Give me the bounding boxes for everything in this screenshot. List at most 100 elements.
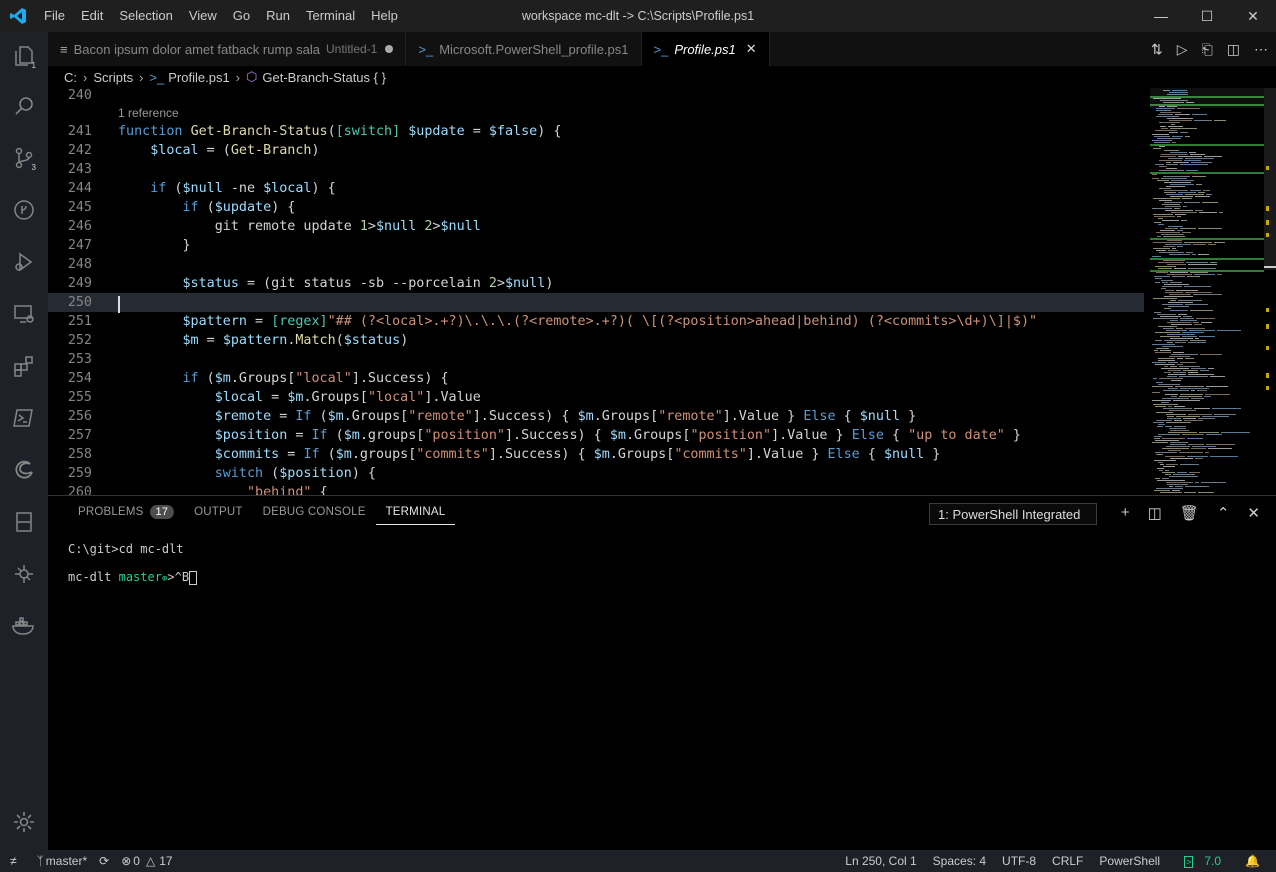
code-line[interactable]: 248 [48, 255, 1144, 274]
code-lens-reference[interactable]: 1 reference [118, 106, 179, 120]
line-number: 243 [67, 162, 92, 177]
powershell-version[interactable]: >7.0 [1176, 854, 1229, 868]
code-line[interactable]: 258 $commits = If ($m.groups["commits"].… [48, 445, 1144, 464]
code-line[interactable]: 252 $m = $pattern.Match($status) [48, 331, 1144, 350]
minimap[interactable] [1150, 88, 1264, 495]
kill-terminal-trash-icon[interactable]: 🗑 [1180, 504, 1199, 522]
terminal-line: C:\git>cd mc-dlt [68, 542, 184, 556]
warning-count[interactable]: 17 [159, 854, 172, 868]
tab-debug-console[interactable]: DEBUG CONSOLE [253, 506, 376, 525]
tab-untitled-1[interactable]: ≡ Bacon ipsum dolor amet fatback rump sa… [48, 32, 407, 66]
split-terminal-icon[interactable]: ◫ [1148, 504, 1162, 522]
remote-explorer-icon[interactable] [0, 290, 48, 338]
code-line[interactable]: 257 $position = If ($m.groups["position"… [48, 426, 1144, 445]
branch-icon: ᛉ [36, 854, 44, 868]
powershell-icon[interactable] [0, 394, 48, 442]
close-window-icon[interactable]: ✕ [1230, 0, 1276, 32]
code-line[interactable]: 244 if ($null -ne $local) { [48, 179, 1144, 198]
settings-gear-icon[interactable] [0, 798, 48, 846]
code-text: $position = If ($m.groups["position"].Su… [214, 428, 1021, 443]
editor-tabs: ≡ Bacon ipsum dolor amet fatback rump sa… [48, 32, 1276, 66]
menu-file[interactable]: File [36, 0, 73, 32]
code-line[interactable]: 260 "behind" { [48, 483, 1144, 495]
code-line[interactable]: 253 [48, 350, 1144, 369]
tab-problems[interactable]: PROBLEMS 17 [68, 505, 184, 525]
tab-profile-ps1[interactable]: >_ Profile.ps1 ✕ [641, 32, 770, 66]
code-line[interactable]: 245 if ($update) { [48, 198, 1144, 217]
code-line[interactable]: 241 function Get-Branch-Status([switch] $… [48, 122, 1144, 141]
code-text: function Get-Branch-Status([switch] $upd… [118, 124, 562, 139]
close-panel-icon[interactable]: ✕ [1247, 504, 1260, 522]
code-editor[interactable]: 1 reference 240 241 function Get-Branch-St… [48, 88, 1144, 495]
error-count[interactable]: 0 [133, 854, 140, 868]
code-text: if ($null -ne $local) { [150, 181, 336, 196]
explorer-icon[interactable]: 1 [0, 32, 48, 80]
menu-go[interactable]: Go [225, 0, 258, 32]
code-line[interactable]: 246 git remote update 1>$null 2>$null [48, 217, 1144, 236]
breadcrumb-drive[interactable]: C: [64, 70, 77, 85]
menu-help[interactable]: Help [363, 0, 406, 32]
minimize-icon[interactable]: — [1138, 0, 1184, 32]
menu-selection[interactable]: Selection [111, 0, 180, 32]
remote-indicator-icon[interactable]: ≠ [10, 854, 17, 868]
breadcrumb-symbol[interactable]: Get-Branch-Status { } [262, 70, 386, 85]
compare-changes-icon[interactable]: ⇅ [1151, 41, 1163, 58]
bottom-panel: PROBLEMS 17 OUTPUT DEBUG CONSOLE TERMINAL… [48, 495, 1276, 851]
encoding[interactable]: UTF-8 [1002, 854, 1036, 868]
sync-icon[interactable]: ⟳ [99, 854, 109, 868]
maximize-icon[interactable]: ☐ [1184, 0, 1230, 32]
notebook-icon[interactable] [0, 498, 48, 546]
tab-terminal[interactable]: TERMINAL [375, 506, 456, 525]
breadcrumb-file[interactable]: Profile.ps1 [168, 70, 229, 85]
notifications-bell-icon[interactable]: 🔔 [1245, 854, 1260, 868]
line-number: 254 [67, 371, 92, 386]
open-changes-icon[interactable]: ⎗ [1202, 41, 1213, 58]
code-line[interactable]: 254 if ($m.Groups["local"].Success) { [48, 369, 1144, 388]
menu-terminal[interactable]: Terminal [298, 0, 363, 32]
docker-icon[interactable] [0, 602, 48, 650]
code-line[interactable]: 240 [48, 88, 1144, 105]
maximize-panel-chevron-up-icon[interactable]: ⌃ [1217, 504, 1230, 522]
cursor-position[interactable]: Ln 250, Col 1 [845, 854, 916, 868]
code-line[interactable]: 243 [48, 160, 1144, 179]
more-actions-icon[interactable]: ⋯ [1254, 41, 1268, 58]
menu-edit[interactable]: Edit [73, 0, 111, 32]
split-editor-icon[interactable]: ◫ [1227, 41, 1240, 58]
menu-bar: File Edit Selection View Go Run Terminal… [36, 0, 406, 32]
live-share-icon[interactable] [0, 550, 48, 598]
breadcrumb-folder[interactable]: Scripts [93, 70, 133, 85]
tab-powershell-profile[interactable]: >_ Microsoft.PowerShell_profile.ps1 [406, 32, 642, 66]
end-of-line[interactable]: CRLF [1052, 854, 1083, 868]
close-tab-icon[interactable]: ✕ [746, 41, 757, 57]
search-icon[interactable] [0, 82, 48, 130]
tab-output[interactable]: OUTPUT [184, 506, 252, 525]
line-number: 255 [67, 390, 92, 405]
language-mode[interactable]: PowerShell [1099, 854, 1160, 868]
git-graph-icon[interactable] [0, 186, 48, 234]
warning-icon[interactable]: △ [146, 854, 155, 868]
code-line[interactable]: 250 [48, 293, 1144, 312]
line-number: 248 [67, 257, 92, 272]
code-line[interactable]: 251 $pattern = [regex]"## (?<local>.+?)\… [48, 312, 1144, 331]
scrollbar[interactable] [1264, 88, 1276, 495]
extensions-icon[interactable] [0, 342, 48, 390]
error-icon[interactable]: ⊗ [121, 854, 131, 868]
code-line[interactable]: 255 $local = $m.Groups["local"].Value [48, 388, 1144, 407]
code-line[interactable]: 249 $status = (git status -sb --porcelai… [48, 274, 1144, 293]
branch-status[interactable]: master* [46, 854, 87, 868]
indentation[interactable]: Spaces: 4 [933, 854, 986, 868]
run-debug-icon[interactable] [0, 238, 48, 286]
code-line[interactable]: 256 $remote = If ($m.Groups["remote"].Su… [48, 407, 1144, 426]
menu-run[interactable]: Run [258, 0, 298, 32]
source-control-icon[interactable]: 3 [0, 134, 48, 182]
vscode-logo-icon [0, 0, 36, 32]
edge-icon[interactable] [0, 446, 48, 494]
terminal-select[interactable]: 1: PowerShell Integrated [929, 503, 1097, 525]
new-terminal-plus-icon[interactable]: + [1121, 504, 1130, 522]
menu-view[interactable]: View [181, 0, 225, 32]
terminal-output[interactable]: C:\git>cd mc-dlt mc-dlt master⊕>^B [68, 540, 198, 596]
code-line[interactable]: 247 } [48, 236, 1144, 255]
code-line[interactable]: 242 $local = (Get-Branch) [48, 141, 1144, 160]
run-icon[interactable]: ▷ [1177, 41, 1188, 58]
code-line[interactable]: 259 switch ($position) { [48, 464, 1144, 483]
